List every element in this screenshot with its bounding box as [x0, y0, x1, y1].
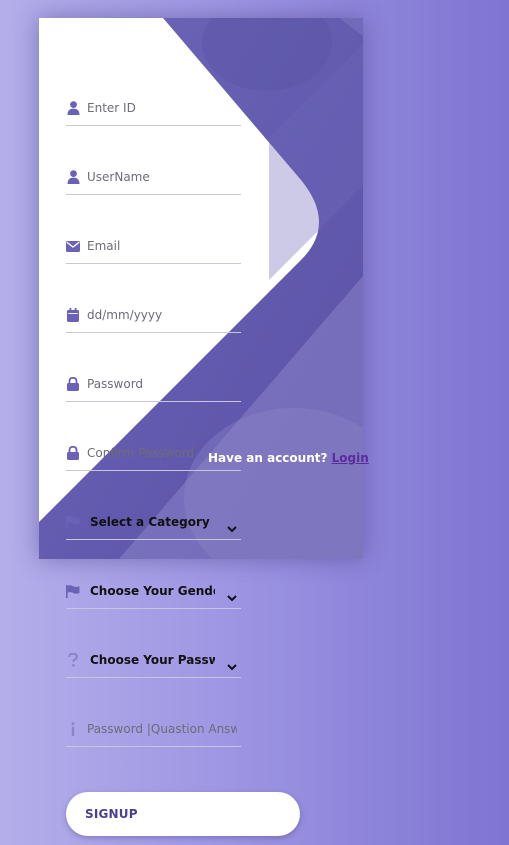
category-select-value: Select a Category: [90, 515, 210, 529]
calendar-icon: [66, 307, 80, 323]
id-input[interactable]: [87, 97, 237, 119]
password-input[interactable]: [87, 373, 237, 395]
flag-icon: [66, 514, 80, 530]
lock-icon: [66, 445, 80, 461]
info-icon: [66, 721, 80, 737]
username-input[interactable]: [87, 166, 237, 188]
password-question-select-value: Choose Your Password Question: [90, 653, 215, 667]
birthdate-field: [66, 302, 241, 333]
signup-button[interactable]: SIGNUP: [66, 792, 300, 836]
login-link[interactable]: Login: [332, 451, 369, 465]
user-icon: [66, 169, 80, 185]
lock-icon: [66, 376, 80, 392]
account-prompt-text: Have an account?: [208, 451, 328, 465]
account-prompt: Have an account? Login: [208, 451, 369, 465]
password-answer-field: [66, 716, 241, 747]
gender-select[interactable]: Choose Your Gender: [66, 578, 241, 609]
chevron-down-icon: [227, 518, 237, 537]
question-icon: [66, 652, 80, 668]
username-field: [66, 164, 241, 195]
envelope-icon: [66, 238, 80, 254]
category-select[interactable]: Select a Category: [66, 509, 241, 540]
chevron-down-icon: [227, 656, 237, 675]
password-field: [66, 371, 241, 402]
birthdate-input[interactable]: [87, 304, 237, 326]
id-field: [66, 95, 241, 126]
email-field: [66, 233, 241, 264]
gender-select-value: Choose Your Gender: [90, 584, 215, 598]
password-question-select[interactable]: Choose Your Password Question: [66, 647, 241, 678]
password-answer-input[interactable]: [87, 718, 237, 740]
chevron-down-icon: [227, 587, 237, 606]
flag-icon: [66, 583, 80, 599]
user-icon: [66, 100, 80, 116]
signup-form: Have an account? Login Select a Category…: [0, 0, 509, 845]
email-input[interactable]: [87, 235, 237, 257]
